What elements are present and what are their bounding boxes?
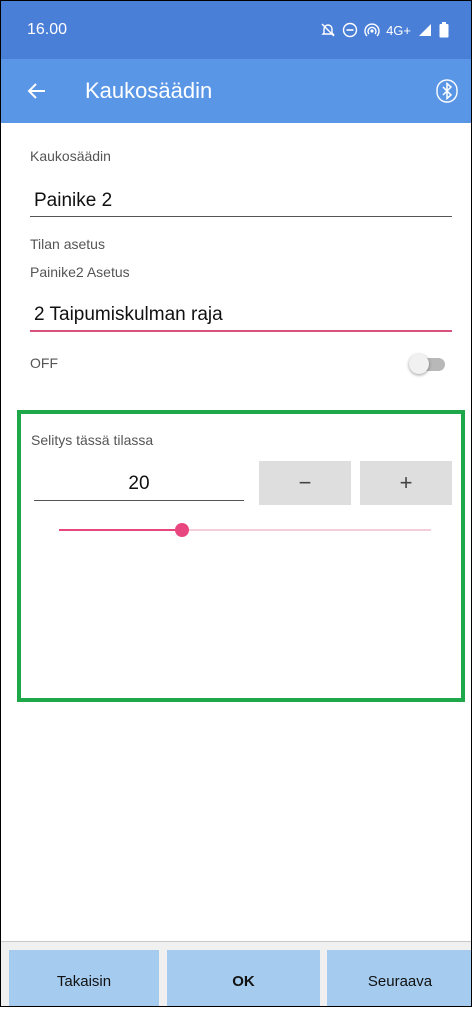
toggle-thumb	[409, 354, 429, 374]
value-input[interactable]: 20	[34, 468, 244, 501]
setting-select[interactable]: 2 Taipumiskulman raja	[30, 301, 452, 332]
page-title: Kaukosäädin	[85, 78, 213, 103]
off-toggle[interactable]	[409, 354, 445, 374]
remote-input[interactable]: Painike 2	[30, 187, 452, 217]
slider-thumb[interactable]	[174, 523, 189, 537]
network-type: 4G+	[386, 22, 411, 38]
bottom-bar: Takaisin OK Seuraava	[1, 941, 471, 1006]
remote-label: Kaukosäädin	[30, 148, 111, 164]
value-slider[interactable]	[59, 520, 431, 540]
slider-fill	[59, 529, 182, 531]
notifications-off-icon	[321, 23, 335, 37]
next-button[interactable]: Seuraava	[327, 950, 471, 1006]
arrow-left-icon[interactable]	[9, 59, 65, 123]
back-button[interactable]: Takaisin	[9, 950, 159, 1006]
status-bar: 16.00 4G+	[1, 1, 471, 59]
button-setting-label: Painike2 Asetus	[30, 264, 130, 280]
status-time: 16.00	[27, 21, 68, 38]
app-bar: Kaukosäädin	[1, 59, 471, 123]
bluetooth-icon[interactable]	[435, 79, 459, 103]
increment-button[interactable]: +	[360, 461, 452, 505]
status-icons: 4G+	[320, 22, 449, 38]
signal-icon	[419, 24, 431, 36]
ok-button[interactable]: OK	[167, 950, 320, 1006]
decrement-button[interactable]: −	[259, 461, 351, 505]
screen: 16.00 4G+ Kaukosäädin Kaukosäädin Painik…	[0, 0, 472, 1007]
do-not-disturb-icon	[342, 22, 358, 38]
toggle-label: OFF	[30, 355, 58, 371]
hotspot-icon	[364, 23, 380, 37]
panel-description: Selitys tässä tilassa	[31, 432, 154, 448]
state-setting-label: Tilan asetus	[30, 236, 105, 252]
battery-icon	[439, 22, 449, 38]
setting-panel: Selitys tässä tilassa 20 − +	[17, 410, 465, 702]
